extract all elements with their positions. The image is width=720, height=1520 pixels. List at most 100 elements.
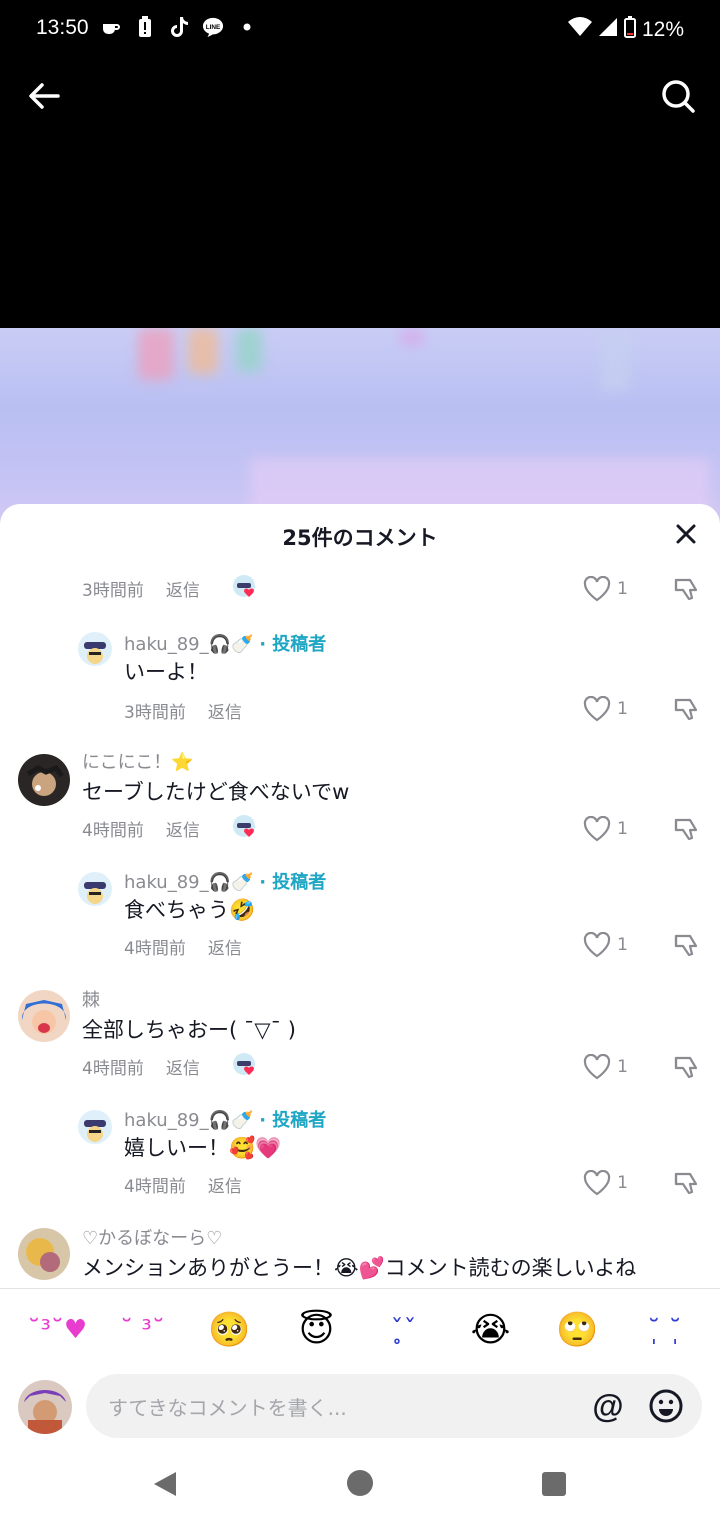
comment-text: セーブしたけど食べないでw	[82, 780, 350, 804]
comment-text: 食べちゃう🤣	[124, 898, 256, 922]
emoji-button[interactable]: 🙄	[550, 1310, 606, 1350]
emoji-picker-button[interactable]	[648, 1388, 684, 1424]
comment-input-placeholder: すてきなコメントを書く...	[108, 1396, 347, 1420]
list-item: haku_89_🎧🍼 · 投稿者 いーよ！ 3時間前 返信 1	[0, 626, 720, 746]
comment-time: 4時間前	[82, 1059, 144, 1079]
avatar[interactable]	[18, 754, 70, 806]
battery-percent: 12%	[641, 18, 684, 41]
dislike-button[interactable]	[672, 1052, 702, 1082]
emoji-button[interactable]: ˘̩ ˘̩	[637, 1315, 693, 1345]
wifi-icon	[567, 17, 592, 43]
reply-button[interactable]: 返信	[208, 939, 242, 959]
avatar[interactable]	[78, 872, 112, 906]
svg-text:LINE: LINE	[206, 24, 221, 31]
comment-text: いーよ！	[124, 660, 208, 684]
author-badge: · 投稿者	[259, 1110, 327, 1131]
tiktok-icon	[168, 16, 190, 38]
thumbs-down-icon	[674, 1056, 698, 1079]
avatar[interactable]	[78, 632, 112, 666]
my-avatar	[18, 1380, 72, 1434]
video-header	[0, 60, 720, 328]
reply-button[interactable]: 返信	[166, 581, 200, 601]
emoji-button[interactable]: ˘³˘♥	[28, 1315, 88, 1345]
comment-username[interactable]: haku_89_🎧🍼 · 投稿者	[124, 630, 326, 656]
dislike-button[interactable]	[672, 574, 702, 604]
emoji-button[interactable]: 😇	[289, 1310, 345, 1350]
comments-title: 25件のコメント	[282, 526, 438, 550]
comment-meta: 4時間前 返信	[82, 1054, 200, 1079]
comment-time: 4時間前	[124, 1177, 186, 1197]
nav-recents-button[interactable]	[542, 1472, 566, 1496]
emoji-button[interactable]: 😭	[463, 1310, 519, 1350]
author-badge: · 投稿者	[259, 634, 327, 655]
back-button[interactable]	[24, 76, 64, 116]
list-item: ♡かるぼなーら♡ メンションありがとうー！😭💕コメント読むの楽しいよね	[0, 1222, 720, 1288]
dislike-button[interactable]	[672, 814, 702, 844]
battery-icon	[623, 16, 636, 44]
like-button[interactable]: 1	[583, 576, 628, 602]
dot-icon	[236, 16, 258, 38]
comment-username[interactable]: にこにこ！⭐	[82, 748, 194, 774]
smiley-icon	[649, 1389, 683, 1423]
status-notification-icons: LINE	[100, 16, 258, 38]
like-button[interactable]: 1	[583, 816, 628, 842]
system-nav-bar	[0, 1440, 720, 1520]
author-badge: · 投稿者	[259, 872, 327, 893]
close-button[interactable]	[670, 518, 702, 550]
avatar[interactable]	[78, 1110, 112, 1144]
dislike-button[interactable]	[672, 930, 702, 960]
line-icon: LINE	[202, 16, 224, 38]
list-item: 棘 全部しちゃおー( ˉ▽ˉ ) 4時間前 返信 1	[0, 984, 720, 1102]
thumbs-down-icon	[674, 1172, 698, 1195]
comments-list[interactable]: 3時間前返信 1 haku_89_🎧🍼 · 投稿者 いーよ！ 3時間前返信	[0, 564, 720, 1288]
like-button[interactable]: 1	[583, 1054, 628, 1080]
like-count: 1	[617, 579, 628, 599]
nav-back-button[interactable]	[152, 1470, 178, 1502]
comment-username[interactable]: haku_89_🎧🍼 · 投稿者	[124, 1106, 326, 1132]
creator-liked-icon	[232, 1052, 258, 1078]
triangle-back-icon	[154, 1472, 176, 1496]
comment-text: メンションありがとうー！😭💕コメント読むの楽しいよね	[82, 1256, 637, 1280]
divider	[0, 1288, 720, 1289]
list-item: haku_89_🎧🍼 · 投稿者 嬉しいー！🥰💗 4時間前 返信 1	[0, 1102, 720, 1222]
video-frame[interactable]	[0, 328, 720, 528]
thumbs-down-icon	[674, 698, 698, 721]
thumbs-down-icon	[674, 934, 698, 957]
status-right: 12%	[567, 16, 684, 44]
emoji-button[interactable]: ˘ ³˘	[115, 1315, 171, 1345]
emoji-button[interactable]: 🥺	[202, 1310, 258, 1350]
status-bar: 13:50 LINE 12%	[0, 0, 720, 60]
heart-icon	[584, 932, 611, 958]
search-button[interactable]	[658, 76, 698, 116]
like-button[interactable]: 1	[583, 1170, 628, 1196]
heart-icon	[584, 576, 611, 602]
heart-icon	[584, 696, 611, 722]
avatar[interactable]	[18, 990, 70, 1042]
comment-input[interactable]: すてきなコメントを書く... @	[86, 1374, 702, 1438]
reply-button[interactable]: 返信	[166, 1059, 200, 1079]
dislike-button[interactable]	[672, 1168, 702, 1198]
creator-liked-icon	[232, 574, 258, 600]
comment-username[interactable]: haku_89_🎧🍼 · 投稿者	[124, 868, 326, 894]
like-button[interactable]: 1	[583, 932, 628, 958]
close-icon	[676, 524, 696, 544]
like-count: 1	[617, 935, 628, 955]
comment-username[interactable]: 棘	[82, 986, 100, 1012]
comment-time: 4時間前	[82, 821, 144, 841]
dislike-button[interactable]	[672, 694, 702, 724]
comment-text: 全部しちゃおー( ˉ▽ˉ )	[82, 1018, 296, 1042]
comment-text: 嬉しいー！🥰💗	[124, 1136, 282, 1160]
comment-meta: 4時間前 返信	[82, 816, 200, 841]
comment-time: 3時間前	[124, 703, 186, 723]
like-button[interactable]: 1	[583, 696, 628, 722]
avatar[interactable]	[18, 1228, 70, 1280]
comment-meta: 4時間前 返信	[124, 934, 242, 959]
reply-button[interactable]: 返信	[208, 703, 242, 723]
reply-button[interactable]: 返信	[208, 1177, 242, 1197]
reply-button[interactable]: 返信	[166, 821, 200, 841]
nav-home-button[interactable]	[347, 1470, 373, 1496]
mention-button[interactable]: @	[590, 1388, 626, 1424]
emoji-button[interactable]: ˇ̥ˇ	[376, 1315, 432, 1345]
comment-time: 4時間前	[124, 939, 186, 959]
comment-username[interactable]: ♡かるぼなーら♡	[82, 1224, 222, 1250]
